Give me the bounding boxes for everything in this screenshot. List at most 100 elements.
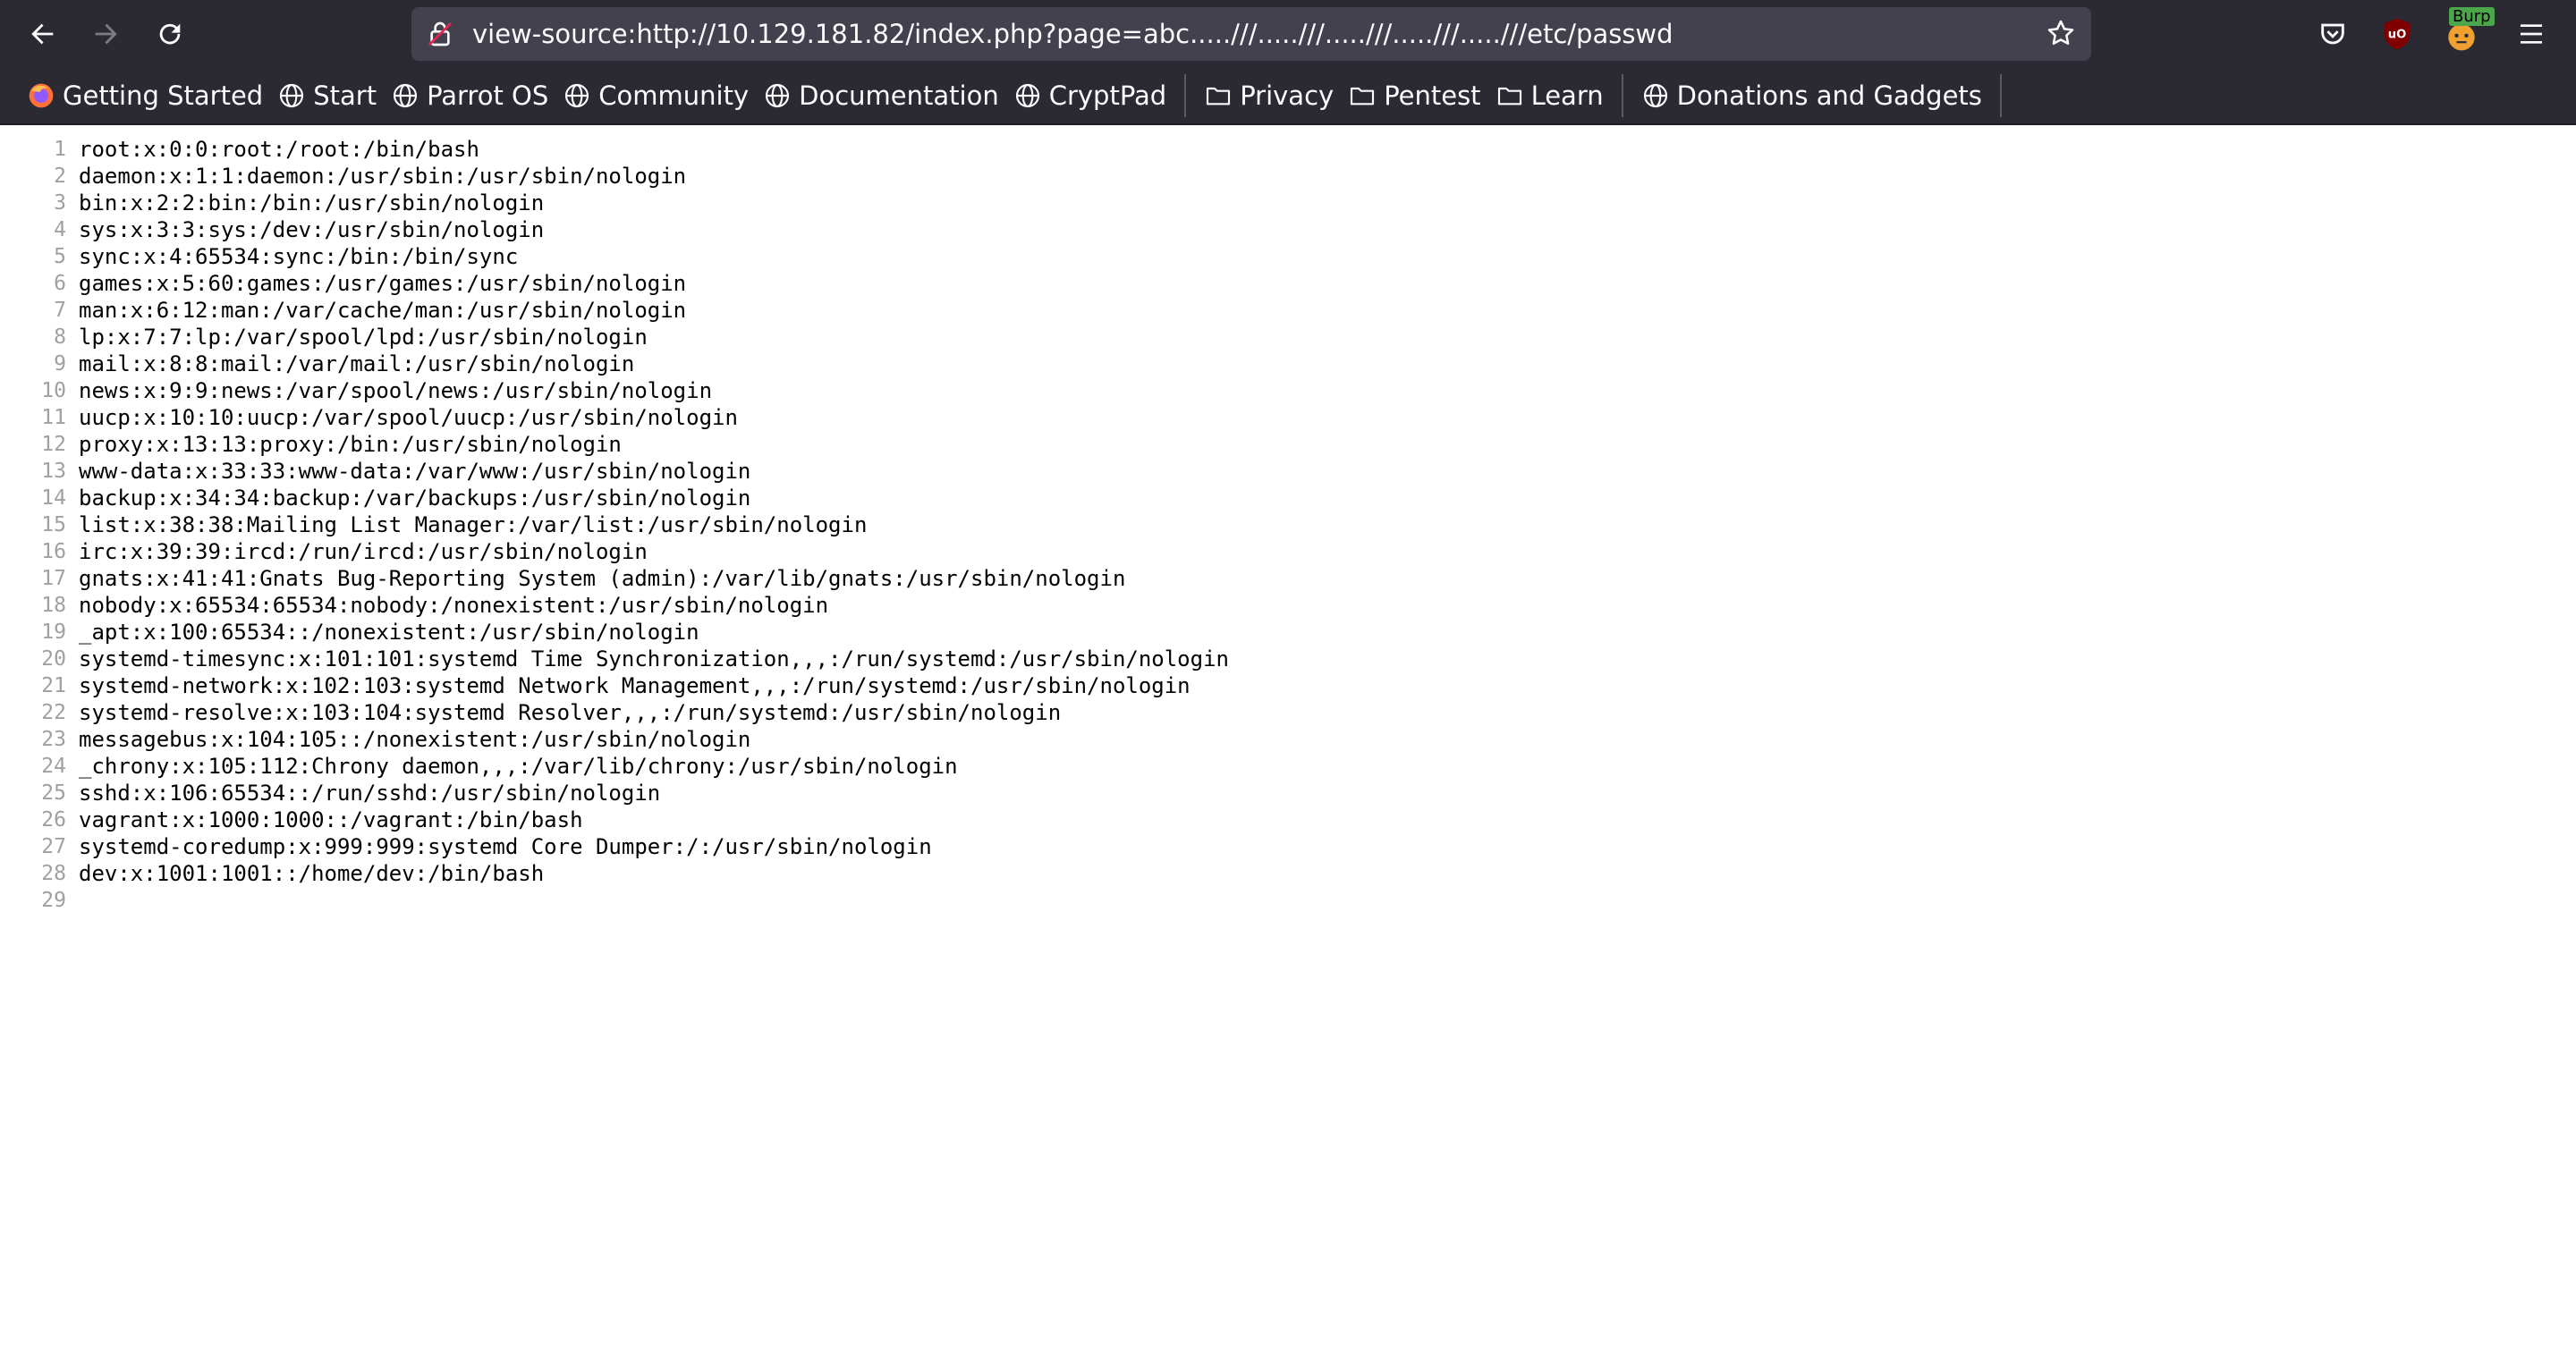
line-text: lp:x:7:7:lp:/var/spool/lpd:/usr/sbin/nol… <box>79 325 648 350</box>
bookmark-start[interactable]: Start <box>270 74 384 117</box>
line-number: 19 <box>41 621 66 644</box>
source-line: 18 nobody:x:65534:65534:nobody:/nonexiste… <box>0 592 2576 619</box>
source-line: 10 news:x:9:9:news:/var/spool/news:/usr/s… <box>0 377 2576 404</box>
source-line: 9 mail:x:8:8:mail:/var/mail:/usr/sbin/nol… <box>0 350 2576 377</box>
line-number: 10 <box>41 379 66 402</box>
folder-icon <box>1351 87 1375 106</box>
bookmark-star-icon[interactable] <box>2045 18 2077 50</box>
line-text: _apt:x:100:65534::/nonexistent:/usr/sbin… <box>79 620 699 645</box>
bookmark-separator <box>1184 74 1187 117</box>
source-line: 25 sshd:x:106:65534::/run/sshd:/usr/sbin/… <box>0 780 2576 806</box>
globe-icon <box>393 83 418 108</box>
hamburger-menu-icon[interactable] <box>2510 13 2553 55</box>
source-line: 2 daemon:x:1:1:daemon:/usr/sbin:/usr/sbin… <box>0 163 2576 190</box>
ublock-origin-icon[interactable]: uO <box>2376 13 2419 55</box>
bookmark-documentation[interactable]: Documentation <box>756 74 1006 117</box>
bookmark-label: CryptPad <box>1048 80 1167 111</box>
bookmark-separator <box>1621 74 1623 117</box>
line-number: 2 <box>54 165 66 188</box>
firefox-icon <box>29 83 54 108</box>
line-number: 23 <box>41 728 66 751</box>
line-number: 11 <box>41 406 66 429</box>
browser-chrome: view-source:http://10.129.181.82/index.p… <box>0 0 2576 125</box>
folder-icon <box>1207 87 1231 106</box>
line-text: systemd-resolve:x:103:104:systemd Resolv… <box>79 700 1062 725</box>
line-text: dev:x:1001:1001::/home/dev:/bin/bash <box>79 861 545 886</box>
line-text: sync:x:4:65534:sync:/bin:/bin/sync <box>79 244 519 269</box>
line-text: sshd:x:106:65534::/run/sshd:/usr/sbin/no… <box>79 781 661 806</box>
bookmark-label: Documentation <box>799 80 999 111</box>
line-number: 28 <box>41 862 66 885</box>
bookmark-label: Parrot OS <box>427 80 549 111</box>
bookmark-label: Getting Started <box>63 80 264 111</box>
source-line: 17 gnats:x:41:41:Gnats Bug-Reporting Syst… <box>0 565 2576 592</box>
line-text: list:x:38:38:Mailing List Manager:/var/l… <box>79 512 868 537</box>
line-text: man:x:6:12:man:/var/cache/man:/usr/sbin/… <box>79 298 687 323</box>
bookmark-label: Learn <box>1530 80 1604 111</box>
bookmarks-toolbar: Getting Started Start Parrot OS Communit… <box>0 68 2576 125</box>
line-text: _chrony:x:105:112:Chrony daemon,,,:/var/… <box>79 754 958 779</box>
source-line: 28 dev:x:1001:1001::/home/dev:/bin/bash <box>0 860 2576 887</box>
source-line: 16 irc:x:39:39:ircd:/run/ircd:/usr/sbin/n… <box>0 538 2576 565</box>
foxyproxy-icon[interactable]: Burp <box>2440 7 2495 55</box>
bookmark-folder-pentest[interactable]: Pentest <box>1341 74 1487 117</box>
source-line: 22 systemd-resolve:x:103:104:systemd Reso… <box>0 699 2576 726</box>
line-text: www-data:x:33:33:www-data:/var/www:/usr/… <box>79 459 751 484</box>
globe-icon <box>1643 83 1667 108</box>
source-line: 7 man:x:6:12:man:/var/cache/man:/usr/sbin… <box>0 297 2576 324</box>
globe-icon <box>280 83 304 108</box>
line-text: daemon:x:1:1:daemon:/usr/sbin:/usr/sbin/… <box>79 164 687 189</box>
line-text: systemd-timesync:x:101:101:systemd Time … <box>79 646 1229 671</box>
back-arrow-icon[interactable] <box>20 11 66 57</box>
line-number: 22 <box>41 701 66 724</box>
line-number: 26 <box>41 808 66 832</box>
line-text: systemd-coredump:x:999:999:systemd Core … <box>79 834 932 859</box>
folder-icon <box>1497 87 1521 106</box>
bookmark-cryptpad[interactable]: CryptPad <box>1006 74 1174 117</box>
line-number: 25 <box>41 781 66 805</box>
line-number: 20 <box>41 647 66 671</box>
navigation-toolbar: view-source:http://10.129.181.82/index.p… <box>0 0 2576 68</box>
url-text[interactable]: view-source:http://10.129.181.82/index.p… <box>472 7 2020 61</box>
line-number: 12 <box>41 433 66 456</box>
line-text: systemd-network:x:102:103:systemd Networ… <box>79 673 1191 698</box>
line-number: 27 <box>41 835 66 858</box>
line-text: bin:x:2:2:bin:/bin:/usr/sbin/nologin <box>79 190 545 215</box>
source-line: 21 systemd-network:x:102:103:systemd Netw… <box>0 672 2576 699</box>
bookmark-getting-started[interactable]: Getting Started <box>20 74 270 117</box>
bookmark-label: Privacy <box>1240 80 1335 111</box>
reload-icon[interactable] <box>147 11 193 57</box>
bookmark-folder-privacy[interactable]: Privacy <box>1197 74 1341 117</box>
line-number: 17 <box>41 567 66 590</box>
pocket-icon[interactable] <box>2311 13 2354 55</box>
globe-icon <box>565 83 589 108</box>
line-text: root:x:0:0:root:/root:/bin/bash <box>79 137 479 162</box>
source-line: 6 games:x:5:60:games:/usr/games:/usr/sbin… <box>0 270 2576 297</box>
insecure-lock-icon[interactable] <box>426 20 454 48</box>
bookmark-community[interactable]: Community <box>555 74 756 117</box>
source-line: 5 sync:x:4:65534:sync:/bin:/bin/sync <box>0 243 2576 270</box>
bookmark-separator <box>1999 74 2002 117</box>
line-number: 24 <box>41 755 66 778</box>
bookmark-label: Donations and Gadgets <box>1676 80 1982 111</box>
line-number: 15 <box>41 513 66 536</box>
bookmark-parrot-os[interactable]: Parrot OS <box>384 74 555 117</box>
line-number: 7 <box>54 299 66 322</box>
line-text: proxy:x:13:13:proxy:/bin:/usr/sbin/nolog… <box>79 432 622 457</box>
bookmark-donations-and-gadgets[interactable]: Donations and Gadgets <box>1634 74 1989 117</box>
source-line: 8 lp:x:7:7:lp:/var/spool/lpd:/usr/sbin/no… <box>0 324 2576 350</box>
globe-icon <box>766 83 790 108</box>
source-line: 26 vagrant:x:1000:1000::/vagrant:/bin/bas… <box>0 806 2576 833</box>
bookmark-folder-learn[interactable]: Learn <box>1488 74 1611 117</box>
forward-arrow-icon[interactable] <box>82 11 129 57</box>
ublock-label: uO <box>2388 28 2407 41</box>
source-line: 23 messagebus:x:104:105::/nonexistent:/us… <box>0 726 2576 753</box>
line-number: 13 <box>41 460 66 483</box>
line-text: backup:x:34:34:backup:/var/backups:/usr/… <box>79 486 751 511</box>
source-line: 11 uucp:x:10:10:uucp:/var/spool/uucp:/usr… <box>0 404 2576 431</box>
bookmark-label: Start <box>313 80 377 111</box>
source-line: 1 root:x:0:0:root:/root:/bin/bash <box>0 136 2576 163</box>
line-number: 14 <box>41 486 66 510</box>
url-bar[interactable]: view-source:http://10.129.181.82/index.p… <box>411 7 2091 61</box>
source-line: 12 proxy:x:13:13:proxy:/bin:/usr/sbin/nol… <box>0 431 2576 458</box>
